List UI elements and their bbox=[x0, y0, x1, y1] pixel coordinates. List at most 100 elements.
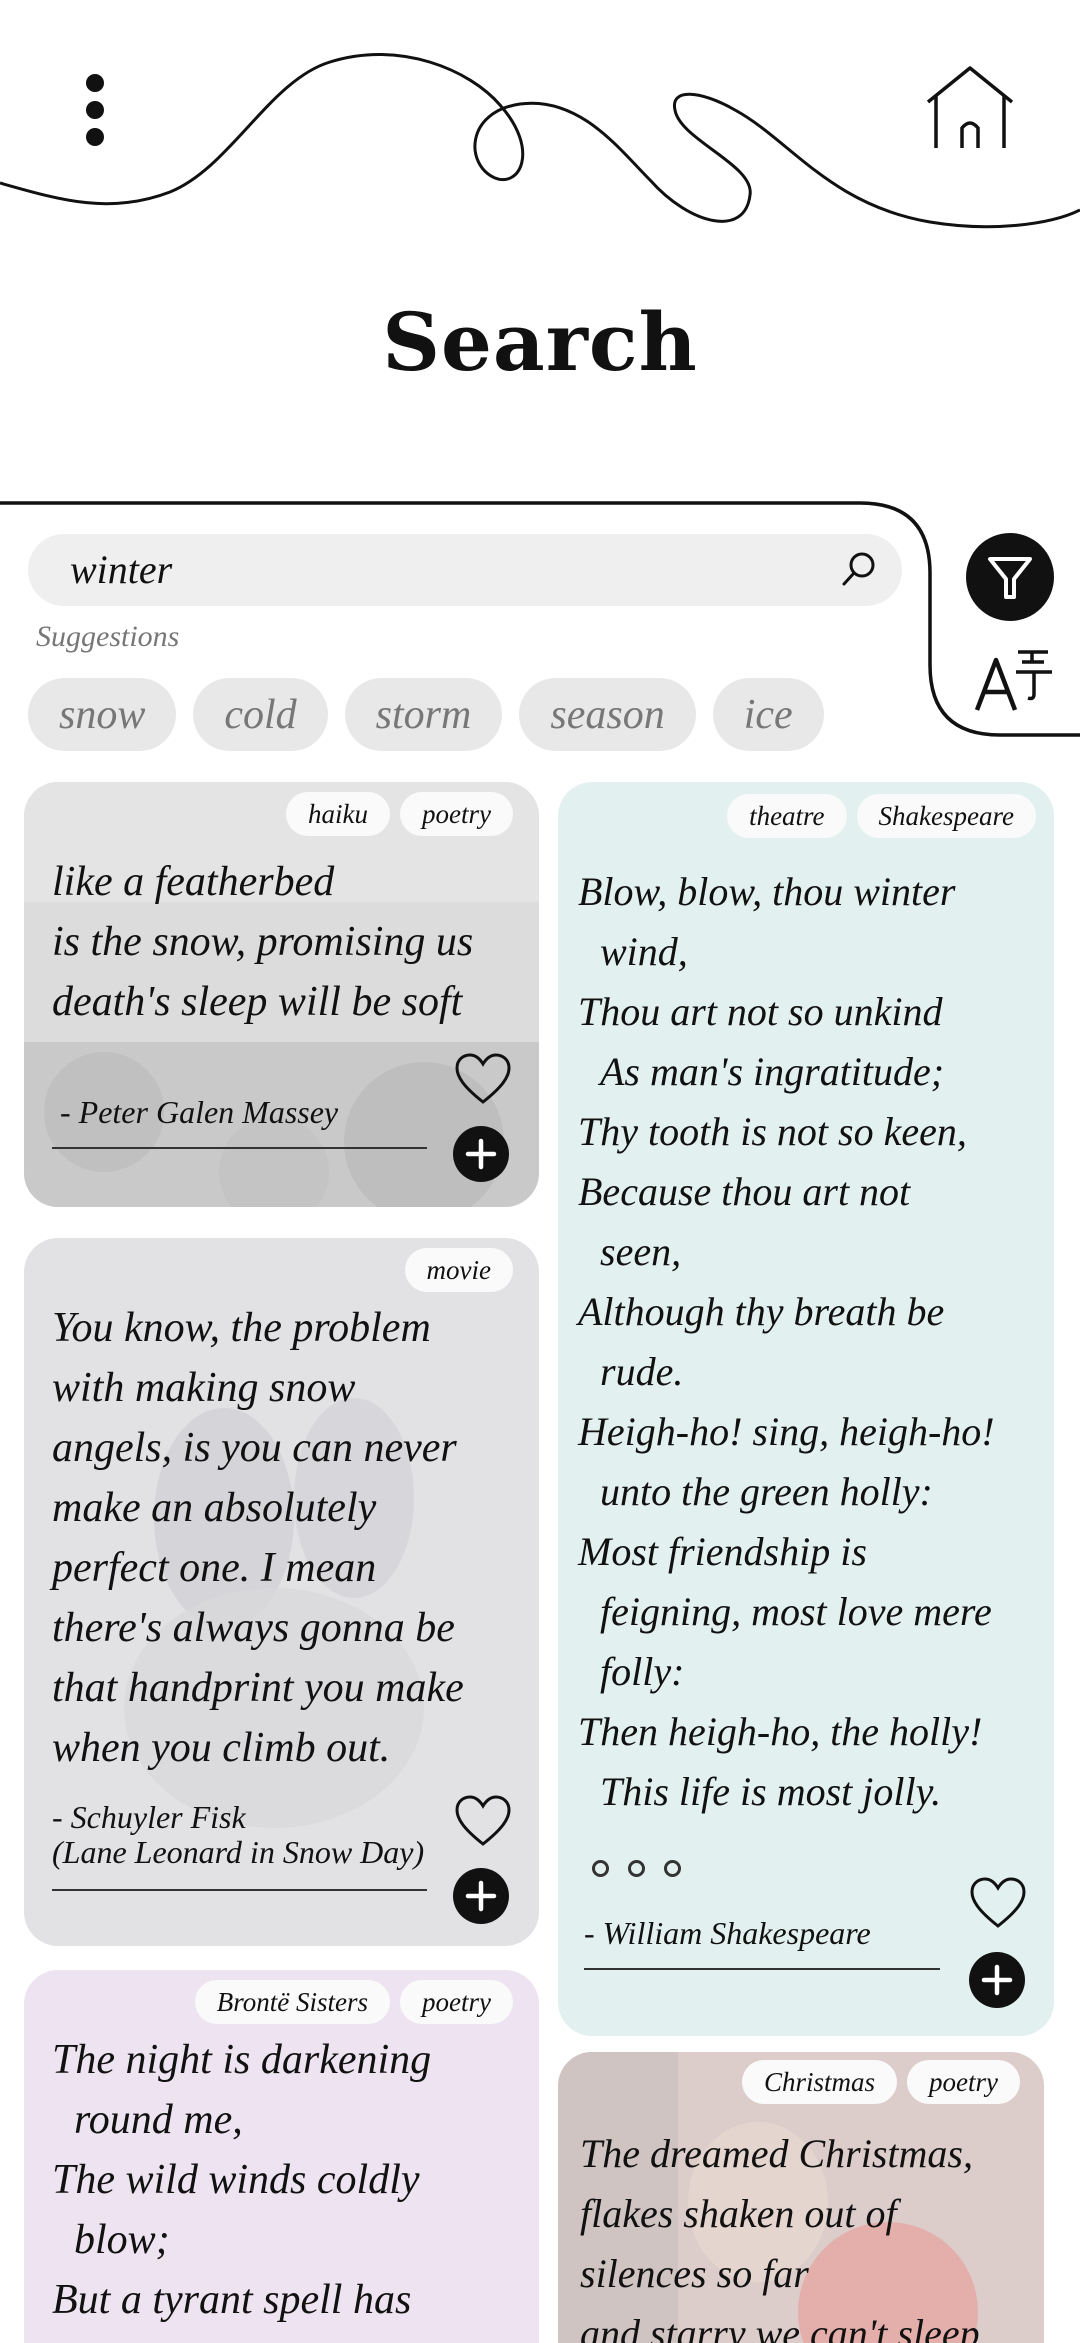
quote-text: The dreamed Christmas, flakes shaken out… bbox=[580, 2124, 980, 2343]
add-button[interactable] bbox=[453, 1868, 509, 1924]
suggestion-chip-storm[interactable]: storm bbox=[344, 678, 503, 751]
quote-author: - William Shakespeare bbox=[584, 1916, 871, 1951]
menu-dot bbox=[86, 128, 104, 146]
quote-line: Although thy breath be bbox=[578, 1289, 945, 1334]
quote-line: silences so far bbox=[580, 2251, 809, 2296]
search-input-value: winter bbox=[70, 547, 173, 592]
heart-icon[interactable] bbox=[454, 1052, 512, 1106]
quote-line: with making snow bbox=[52, 1365, 356, 1411]
quote-author: - Peter Galen Massey bbox=[60, 1095, 338, 1130]
quote-line: Because thou art not bbox=[578, 1169, 911, 1214]
plus-icon bbox=[465, 1880, 497, 1912]
card-tags: haiku poetry bbox=[286, 792, 513, 836]
quote-card-christmas[interactable]: Christmas poetry The dreamed Christmas, … bbox=[558, 2052, 1044, 2343]
suggestion-chips: snow cold storm season ice bbox=[28, 678, 824, 751]
search-icon[interactable] bbox=[838, 548, 880, 590]
suggestions-label: Suggestions bbox=[36, 620, 180, 653]
quote-line: feigning, most love mere bbox=[600, 1589, 992, 1634]
plus-icon bbox=[981, 1964, 1013, 1996]
translate-button[interactable] bbox=[974, 644, 1054, 714]
quote-line: The dreamed Christmas, bbox=[580, 2131, 973, 2176]
quote-line: Then heigh-ho, the holly! bbox=[578, 1709, 983, 1754]
home-icon bbox=[926, 66, 1014, 148]
quote-line: make an absolutely bbox=[52, 1485, 377, 1531]
translate-icon bbox=[974, 650, 1052, 711]
quote-line: seen, bbox=[600, 1229, 682, 1274]
quote-line: Most friendship is bbox=[578, 1529, 867, 1574]
add-button[interactable] bbox=[453, 1126, 509, 1182]
tag[interactable]: poetry bbox=[907, 2060, 1020, 2104]
quote-line: Heigh-ho! sing, heigh-ho! bbox=[578, 1409, 995, 1454]
filter-button[interactable] bbox=[966, 533, 1054, 621]
quote-line: wind, bbox=[600, 929, 688, 974]
card-tags: Christmas poetry bbox=[741, 2060, 1020, 2104]
search-input[interactable]: winter bbox=[28, 534, 902, 606]
author-line: - William Shakespeare bbox=[584, 1915, 871, 1951]
author-divider bbox=[584, 1968, 940, 1970]
menu-button[interactable] bbox=[60, 60, 130, 160]
tag[interactable]: movie bbox=[404, 1248, 513, 1292]
quote-line: round me, bbox=[74, 2097, 243, 2143]
quote-line: Thy tooth is not so keen, bbox=[578, 1109, 967, 1154]
quote-line: You know, the problem bbox=[52, 1305, 431, 1351]
quote-line: perfect one. I mean bbox=[52, 1545, 377, 1591]
heart-icon[interactable] bbox=[454, 1794, 512, 1848]
quote-line: rude. bbox=[600, 1349, 684, 1394]
heart-icon[interactable] bbox=[969, 1876, 1027, 1930]
quote-text: like a featherbed is the snow, promising… bbox=[52, 852, 473, 1032]
suggestion-chip-snow[interactable]: snow bbox=[28, 678, 177, 751]
home-button[interactable] bbox=[920, 60, 1020, 160]
quote-card-shakespeare[interactable]: theatre Shakespeare Blow, blow, thou win… bbox=[558, 782, 1054, 2036]
plus-icon bbox=[465, 1138, 497, 1170]
tag[interactable]: poetry bbox=[400, 792, 513, 836]
tag[interactable]: Christmas bbox=[741, 2060, 898, 2104]
quote-card-movie[interactable]: movie You know, the problem with making … bbox=[24, 1238, 539, 1946]
quote-line: when you climb out. bbox=[52, 1725, 391, 1771]
quote-author: - Schuyler Fisk (Lane Leonard in Snow Da… bbox=[52, 1800, 424, 1870]
quote-line: unto the green holly: bbox=[600, 1469, 933, 1514]
decorative-wave-line bbox=[0, 53, 1080, 229]
tag[interactable]: theatre bbox=[727, 794, 847, 838]
quote-line: angels, is you can never bbox=[52, 1425, 457, 1471]
quote-line: there's always gonna be bbox=[52, 1605, 455, 1651]
quote-line: Blow, blow, thou winter bbox=[578, 869, 956, 914]
quote-line: As man's ingratitude; bbox=[600, 1049, 945, 1094]
quote-line: flakes shaken out of bbox=[580, 2191, 897, 2236]
quote-line: that handprint you make bbox=[52, 1665, 464, 1711]
quote-line: like a featherbed bbox=[52, 859, 335, 905]
more-dots-icon[interactable] bbox=[592, 1860, 681, 1877]
suggestion-chip-season[interactable]: season bbox=[519, 678, 696, 751]
card-tags: theatre Shakespeare bbox=[727, 794, 1036, 838]
tag[interactable]: haiku bbox=[286, 792, 391, 836]
suggestion-chip-cold[interactable]: cold bbox=[193, 678, 328, 751]
quote-line: This life is most jolly. bbox=[600, 1769, 942, 1814]
page-title: Search bbox=[382, 295, 698, 389]
quote-text: The night is darkening round me, The wil… bbox=[52, 2030, 431, 2330]
quote-line: folly: bbox=[600, 1649, 685, 1694]
menu-dot bbox=[86, 101, 104, 119]
author-line: - Schuyler Fisk bbox=[52, 1799, 246, 1835]
card-tags: Brontë Sisters poetry bbox=[194, 1980, 513, 2024]
card-tags: movie bbox=[404, 1248, 513, 1292]
author-divider bbox=[52, 1147, 427, 1149]
suggestion-chip-ice[interactable]: ice bbox=[712, 678, 824, 751]
tag[interactable]: poetry bbox=[400, 1980, 513, 2024]
quote-text: Blow, blow, thou winter wind, Thou art n… bbox=[578, 862, 995, 1822]
add-button[interactable] bbox=[969, 1952, 1025, 2008]
quote-line: Thou art not so unkind bbox=[578, 989, 943, 1034]
quote-line: blow; bbox=[74, 2217, 170, 2263]
quote-card-bronte[interactable]: Brontë Sisters poetry The night is darke… bbox=[24, 1970, 539, 2343]
tag[interactable]: Shakespeare bbox=[856, 794, 1036, 838]
author-divider bbox=[52, 1889, 427, 1891]
tag[interactable]: Brontë Sisters bbox=[194, 1980, 391, 2024]
author-line: (Lane Leonard in Snow Day) bbox=[52, 1834, 425, 1870]
menu-dot bbox=[86, 74, 104, 92]
quote-text: You know, the problem with making snow a… bbox=[52, 1298, 464, 1778]
quote-line: and starry we can't sleep bbox=[580, 2311, 980, 2343]
quote-card-haiku[interactable]: haiku poetry like a featherbed is the sn… bbox=[24, 782, 539, 1207]
quote-line: But a tyrant spell has bbox=[52, 2277, 412, 2323]
quote-line: The wild winds coldly bbox=[52, 2157, 420, 2203]
quote-line: is the snow, promising us bbox=[52, 919, 474, 965]
quote-line: death's sleep will be soft bbox=[52, 979, 463, 1025]
filter-funnel-icon bbox=[988, 557, 1032, 599]
